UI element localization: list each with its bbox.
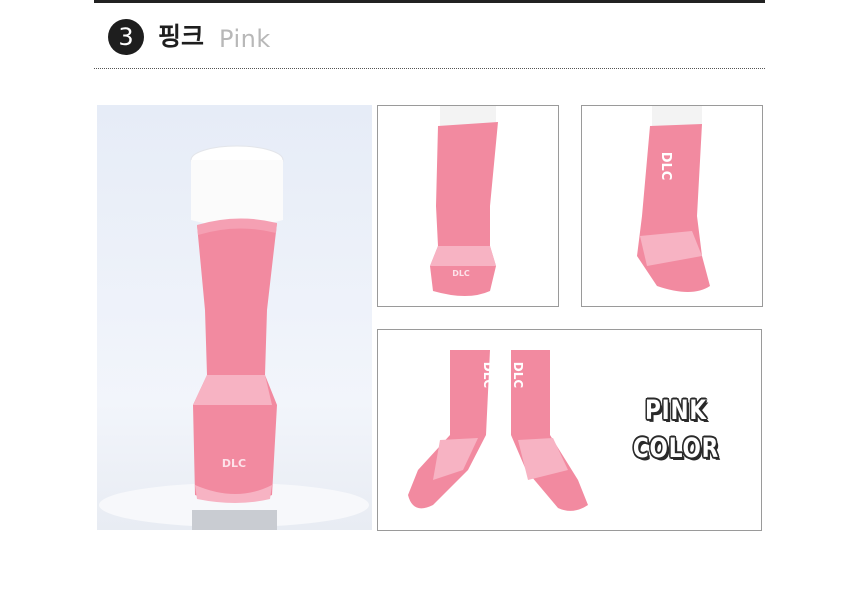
sock-logo-text: DLC — [452, 269, 470, 278]
section-number-badge: 3 — [108, 19, 144, 55]
section-title-korean: 핑크 — [158, 22, 205, 51]
sock-pair-flat-photo: DLC DLC PINK COLOR — [377, 329, 762, 531]
sock-back-view-photo: DLC — [581, 105, 763, 307]
section-title-english: Pink — [219, 25, 271, 53]
sock-logo-text: DLC — [222, 457, 246, 470]
dotted-divider — [94, 68, 765, 69]
section-header: 3 핑크 Pink — [94, 3, 765, 68]
sock-logo-text: DLC — [481, 362, 495, 389]
sock-logo-text: DLC — [658, 152, 673, 181]
sock-front-view-photo: DLC — [377, 105, 559, 307]
color-caption-line2: COLOR — [632, 433, 720, 464]
sock-logo-text: DLC — [511, 362, 525, 389]
color-caption-line1: PINK — [645, 395, 707, 426]
sock-on-mannequin-photo: DLC — [97, 105, 372, 530]
